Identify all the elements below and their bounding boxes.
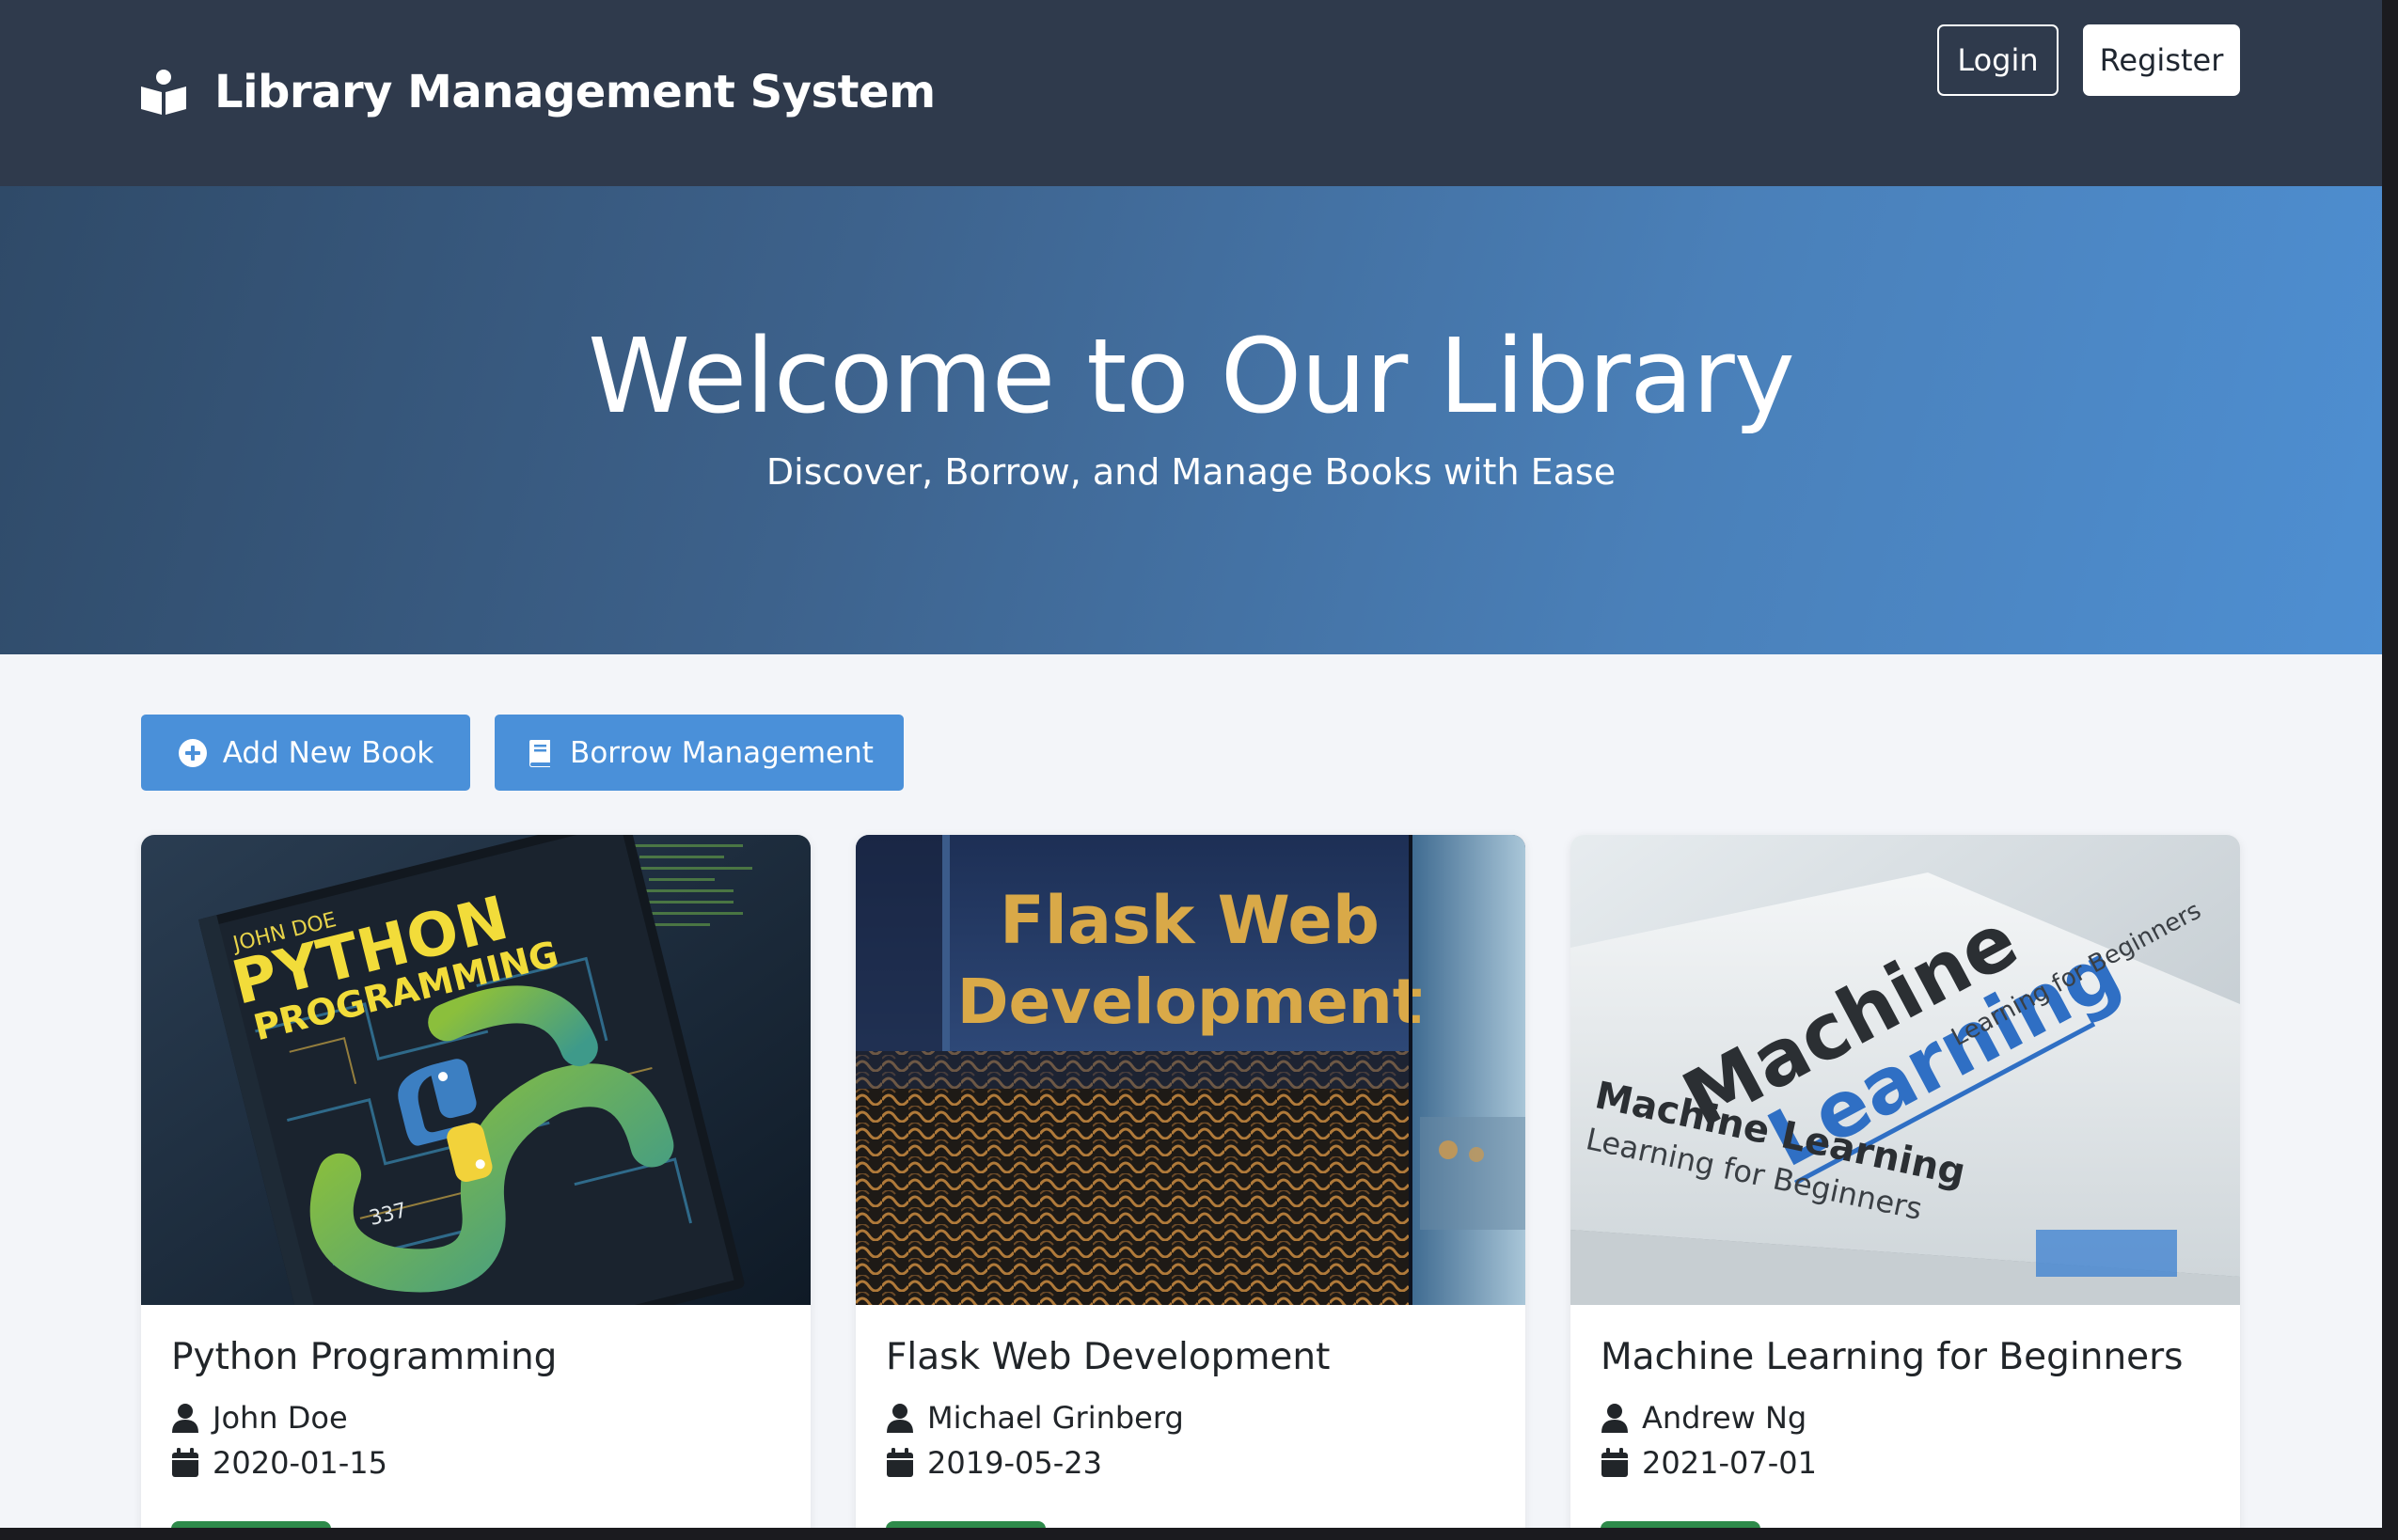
svg-text:Development: Development xyxy=(957,966,1423,1038)
login-button[interactable]: Login xyxy=(1937,24,2059,96)
calendar-icon xyxy=(887,1448,913,1477)
status-button[interactable] xyxy=(171,1521,331,1528)
book-date-value: 2019-05-23 xyxy=(927,1445,1102,1481)
book-cover-image: Flask Web Development xyxy=(856,835,1525,1305)
book-author-name: John Doe xyxy=(213,1400,348,1436)
user-icon xyxy=(1601,1404,1628,1433)
book-author-name: Michael Grinberg xyxy=(927,1400,1184,1436)
borrow-management-label: Borrow Management xyxy=(570,735,874,770)
hero-subtitle: Discover, Borrow, and Manage Books with … xyxy=(765,451,1617,493)
book-date: 2019-05-23 xyxy=(886,1444,1102,1482)
book-card[interactable]: Machine Learning Learning for Beginners … xyxy=(1570,835,2240,1528)
book-date: 2021-07-01 xyxy=(1601,1444,1817,1482)
book-author-name: Andrew Ng xyxy=(1642,1400,1807,1436)
python-cover-illustration: JOHN DOE PYTHON PROGRAMMING 337 xyxy=(141,835,811,1305)
book-title: Flask Web Development xyxy=(886,1336,1331,1378)
book-card[interactable]: Flask Web Development Flask Web Developm… xyxy=(856,835,1525,1528)
user-icon xyxy=(172,1404,198,1433)
book-author: Michael Grinberg xyxy=(886,1399,1184,1437)
status-button[interactable] xyxy=(1601,1521,1760,1528)
svg-text:Flask Web: Flask Web xyxy=(1000,882,1380,959)
calendar-icon xyxy=(1601,1448,1628,1477)
brand-title: Library Management System xyxy=(214,66,936,118)
calendar-icon xyxy=(172,1448,198,1477)
book-date-value: 2020-01-15 xyxy=(213,1445,387,1481)
status-button[interactable] xyxy=(886,1521,1046,1528)
ml-cover-illustration: Machine Learning Learning for Beginners … xyxy=(1570,835,2240,1305)
book-title: Python Programming xyxy=(171,1336,558,1378)
book-author: Andrew Ng xyxy=(1601,1399,1806,1437)
brand-link[interactable]: Library Management System xyxy=(139,62,936,122)
book-cover-image: Machine Learning Learning for Beginners … xyxy=(1570,835,2240,1305)
add-new-book-label: Add New Book xyxy=(222,735,434,770)
user-icon xyxy=(887,1404,913,1433)
book-reader-icon xyxy=(141,70,186,115)
plus-circle-icon xyxy=(178,738,207,767)
book-cover-image: JOHN DOE PYTHON PROGRAMMING 337 xyxy=(141,835,811,1305)
book-card[interactable]: JOHN DOE PYTHON PROGRAMMING 337 Python P… xyxy=(141,835,811,1528)
hero-banner: Welcome to Our Library Discover, Borrow,… xyxy=(0,186,2382,654)
book-author: John Doe xyxy=(171,1399,348,1437)
flask-cover-illustration: Flask Web Development xyxy=(856,835,1525,1305)
hero-title: Welcome to Our Library xyxy=(588,316,1795,436)
register-button[interactable]: Register xyxy=(2083,24,2240,96)
page: Library Management System Login Register… xyxy=(0,0,2382,1528)
add-new-book-button[interactable]: Add New Book xyxy=(141,715,470,791)
book-title: Machine Learning for Beginners xyxy=(1601,1336,2184,1378)
book-date: 2020-01-15 xyxy=(171,1444,387,1482)
borrow-management-button[interactable]: Borrow Management xyxy=(495,715,904,791)
navbar: Library Management System Login Register xyxy=(0,0,2382,186)
book-date-value: 2021-07-01 xyxy=(1642,1445,1817,1481)
book-icon xyxy=(529,739,551,767)
